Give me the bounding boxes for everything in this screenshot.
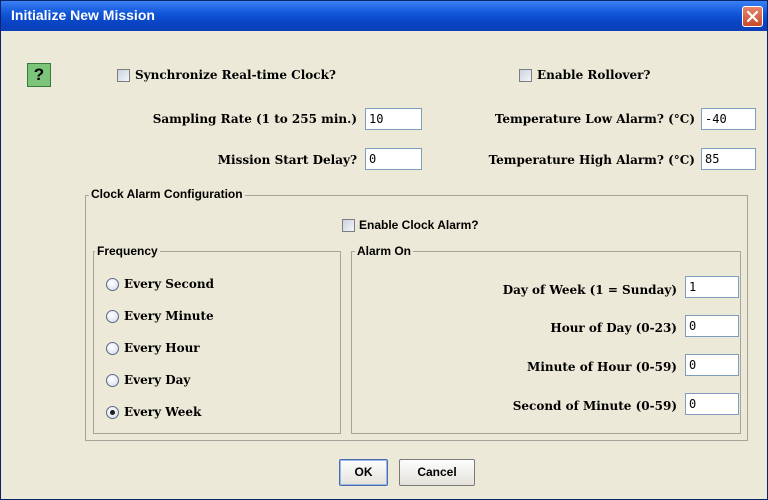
rollover-checkbox[interactable] (519, 69, 532, 82)
dialog-window: Initialize New Mission ? Synchronize Rea… (0, 0, 768, 500)
radio-every-minute-label: Every Minute (124, 309, 214, 323)
sampling-rate-label: Sampling Rate (1 to 255 min.) (152, 112, 357, 126)
frequency-title: Frequency (95, 244, 160, 258)
day-of-week-label: Day of Week (1 = Sunday) (502, 283, 677, 297)
radio-every-day[interactable] (106, 374, 119, 387)
radio-every-hour-label: Every Hour (124, 341, 200, 355)
enable-clock-alarm-checkbox[interactable] (342, 219, 355, 232)
clock-alarm-title: Clock Alarm Configuration (89, 187, 245, 201)
radio-every-day-label: Every Day (124, 373, 191, 387)
rollover-label: Enable Rollover? (537, 68, 651, 82)
second-of-minute-input[interactable]: 0 (685, 393, 739, 415)
temp-high-input[interactable]: 85 (701, 148, 756, 170)
title-bar[interactable]: Initialize New Mission (1, 1, 767, 31)
temp-low-input[interactable]: -40 (701, 108, 756, 130)
radio-every-week[interactable] (106, 406, 119, 419)
ok-button[interactable]: OK (339, 459, 388, 486)
window-title: Initialize New Mission (11, 7, 155, 23)
sampling-rate-input[interactable]: 10 (365, 108, 422, 130)
day-of-week-input[interactable]: 1 (685, 276, 739, 298)
temp-low-label: Temperature Low Alarm? (°C) (494, 112, 695, 126)
sync-clock-checkbox[interactable] (117, 69, 130, 82)
radio-every-second-label: Every Second (124, 277, 214, 291)
start-delay-input[interactable]: 0 (365, 148, 422, 170)
radio-every-minute[interactable] (106, 310, 119, 323)
radio-every-week-label: Every Week (124, 405, 202, 419)
start-delay-label: Mission Start Delay? (217, 153, 357, 167)
dialog-content: ? Synchronize Real-time Clock? Enable Ro… (1, 31, 767, 499)
cancel-button[interactable]: Cancel (399, 459, 475, 486)
alarm-on-title: Alarm On (355, 244, 414, 258)
radio-every-second[interactable] (106, 278, 119, 291)
minute-of-hour-input[interactable]: 0 (685, 354, 739, 376)
help-icon[interactable]: ? (27, 63, 51, 87)
enable-clock-alarm-label: Enable Clock Alarm? (359, 218, 479, 232)
radio-every-hour[interactable] (106, 342, 119, 355)
second-of-minute-label: Second of Minute (0-59) (512, 399, 677, 413)
close-icon[interactable] (742, 6, 763, 27)
minute-of-hour-label: Minute of Hour (0-59) (527, 360, 677, 374)
temp-high-label: Temperature High Alarm? (°C) (488, 153, 695, 167)
hour-of-day-label: Hour of Day (0-23) (550, 321, 677, 335)
hour-of-day-input[interactable]: 0 (685, 315, 739, 337)
sync-clock-label: Synchronize Real-time Clock? (135, 68, 336, 82)
